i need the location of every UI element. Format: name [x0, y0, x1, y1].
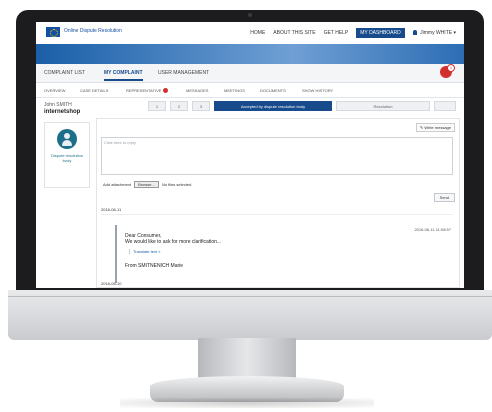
- top-nav: HOME ABOUT THIS SITE GET HELP MY DASHBOA…: [250, 28, 456, 38]
- subtab-documents[interactable]: DOCUMENTS: [260, 88, 286, 93]
- sub-tabs: OVERVIEW CASE DETAILS REPRESENTATIVE MES…: [36, 83, 464, 98]
- consumer-name: John SMITH: [44, 102, 72, 108]
- avatar: [57, 129, 77, 149]
- alert-badge: [163, 88, 169, 94]
- message-timestamp: 2016-06-11 11:08:57: [414, 227, 451, 232]
- base-shadow: [120, 398, 374, 408]
- eu-flag-icon: [46, 27, 60, 37]
- main-tabs: COMPLAINT LIST MY COMPLAINT USER MANAGEM…: [36, 64, 464, 83]
- message-date: 2016-06-11: [101, 207, 453, 215]
- site-logo-text[interactable]: Online Dispute Resolution: [64, 28, 122, 34]
- send-button[interactable]: Send: [433, 193, 455, 202]
- user-name: Jimmy WHITE: [420, 30, 453, 36]
- user-menu[interactable]: Jimmy WHITE ▾: [412, 30, 456, 36]
- monitor-screen: Online Dispute Resolution HOME ABOUT THI…: [36, 22, 464, 288]
- nav-home[interactable]: HOME: [250, 30, 265, 36]
- party-role: Dispute resolution body: [50, 153, 84, 163]
- subtab-representative-label: REPRESENTATIVE: [126, 88, 162, 93]
- subtab-messages[interactable]: MESSAGES: [186, 88, 208, 93]
- message-from: From SMITNENICH Marie: [125, 263, 184, 269]
- nav-about[interactable]: ABOUT THIS SITE: [273, 30, 315, 36]
- translate-link[interactable]: Translate text »: [129, 249, 160, 254]
- step-3: 3: [192, 101, 210, 111]
- step-2: 2: [170, 101, 188, 111]
- next-message-date: 2016-06-10: [101, 281, 122, 286]
- no-file-text: No files selected: [161, 182, 192, 187]
- tab-complaint-list[interactable]: COMPLAINT LIST: [44, 70, 85, 76]
- chin-divider: [8, 296, 492, 297]
- step-accepted: Accepted by dispute resolution body: [214, 101, 332, 111]
- subtab-case-details[interactable]: CASE DETAILS: [80, 88, 108, 93]
- message-card: 2016-06-11 11:08:57 Dear Consumer, We wo…: [115, 225, 455, 283]
- camera-icon: [248, 13, 252, 17]
- case-header: John SMITH internetshop: [44, 102, 80, 115]
- messages-panel: ✎ Write message Click here to reply Add …: [96, 118, 460, 288]
- step-resolution: Resolution: [336, 101, 430, 111]
- step-1: 1: [148, 101, 166, 111]
- tab-my-complaint[interactable]: MY COMPLAINT: [104, 70, 143, 81]
- write-message-label: Write message: [424, 125, 451, 130]
- tab-user-management[interactable]: USER MANAGEMENT: [158, 70, 209, 76]
- chevron-down-icon: ▾: [453, 30, 456, 36]
- notification-badge: 1: [447, 64, 455, 72]
- nav-dashboard[interactable]: MY DASHBOARD: [356, 28, 405, 38]
- reply-textarea[interactable]: Click here to reply: [101, 137, 453, 175]
- browse-button[interactable]: Browse...: [134, 181, 159, 188]
- step-end: [434, 101, 456, 111]
- nav-help[interactable]: GET HELP: [324, 30, 349, 36]
- write-message-button[interactable]: ✎ Write message: [415, 123, 455, 132]
- subtab-representative[interactable]: REPRESENTATIVE: [126, 88, 169, 94]
- trader-name: internetshop: [44, 109, 81, 115]
- progress-stepper: 1 2 3 Accepted by dispute resolution bod…: [148, 101, 458, 111]
- top-bar: Online Dispute Resolution HOME ABOUT THI…: [36, 22, 464, 45]
- header-banner: [36, 44, 464, 64]
- monitor-chin: [8, 290, 492, 340]
- subtab-meetings[interactable]: MEETINGS: [224, 88, 245, 93]
- subtab-overview[interactable]: OVERVIEW: [44, 88, 66, 93]
- user-icon: [412, 30, 417, 36]
- message-body: We would like to ask for more clarificat…: [125, 239, 222, 245]
- party-card: Dispute resolution body: [44, 122, 90, 188]
- attach-label: Add attachment: [103, 182, 132, 187]
- subtab-show-history[interactable]: SHOW HISTORY: [302, 88, 333, 93]
- attachment-row: Add attachment Browse... No files select…: [103, 181, 191, 188]
